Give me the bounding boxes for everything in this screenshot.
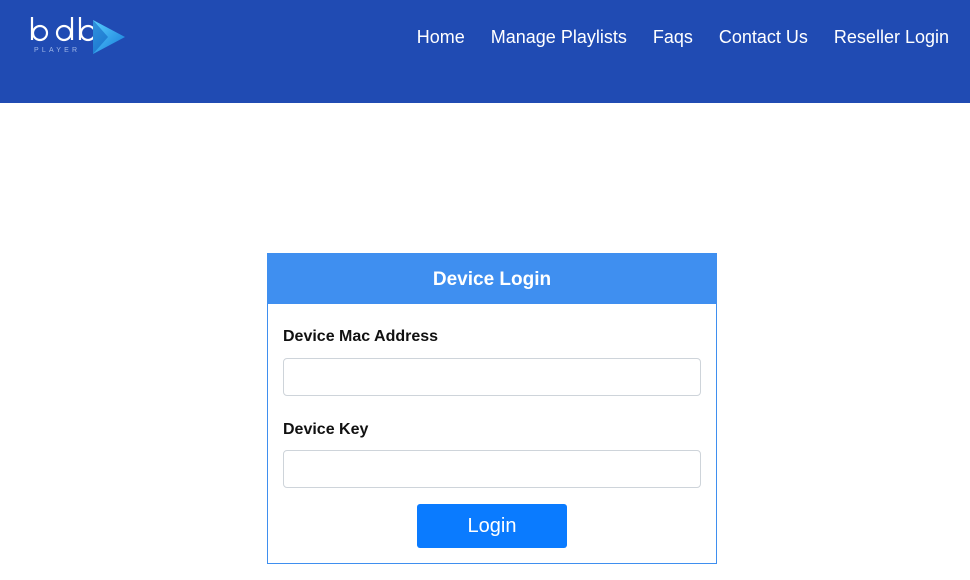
navbar: PLAYER Home Manage Playlists Faqs Contac…	[0, 0, 970, 103]
nav-reseller-login-link[interactable]: Reseller Login	[834, 25, 949, 49]
nav-manage-playlists-link[interactable]: Manage Playlists	[491, 25, 627, 49]
mac-address-label: Device Mac Address	[283, 328, 439, 345]
svg-text:PLAYER: PLAYER	[34, 47, 80, 54]
login-button[interactable]: Login	[417, 504, 567, 548]
device-login-card: Device Login Device Mac Address Device K…	[267, 253, 717, 564]
main-nav: Home Manage Playlists Faqs Contact Us Re…	[417, 25, 949, 49]
mac-address-input[interactable]	[283, 358, 701, 396]
nav-contact-us-link[interactable]: Contact Us	[719, 25, 808, 49]
nav-home-link[interactable]: Home	[417, 25, 465, 49]
card-title: Device Login	[268, 254, 716, 304]
brand-logo[interactable]: PLAYER	[28, 14, 128, 56]
bdb-player-logo-icon: PLAYER	[30, 17, 125, 54]
nav-faqs-link[interactable]: Faqs	[653, 25, 693, 49]
device-key-label: Device Key	[283, 421, 369, 438]
device-key-input[interactable]	[283, 450, 701, 488]
